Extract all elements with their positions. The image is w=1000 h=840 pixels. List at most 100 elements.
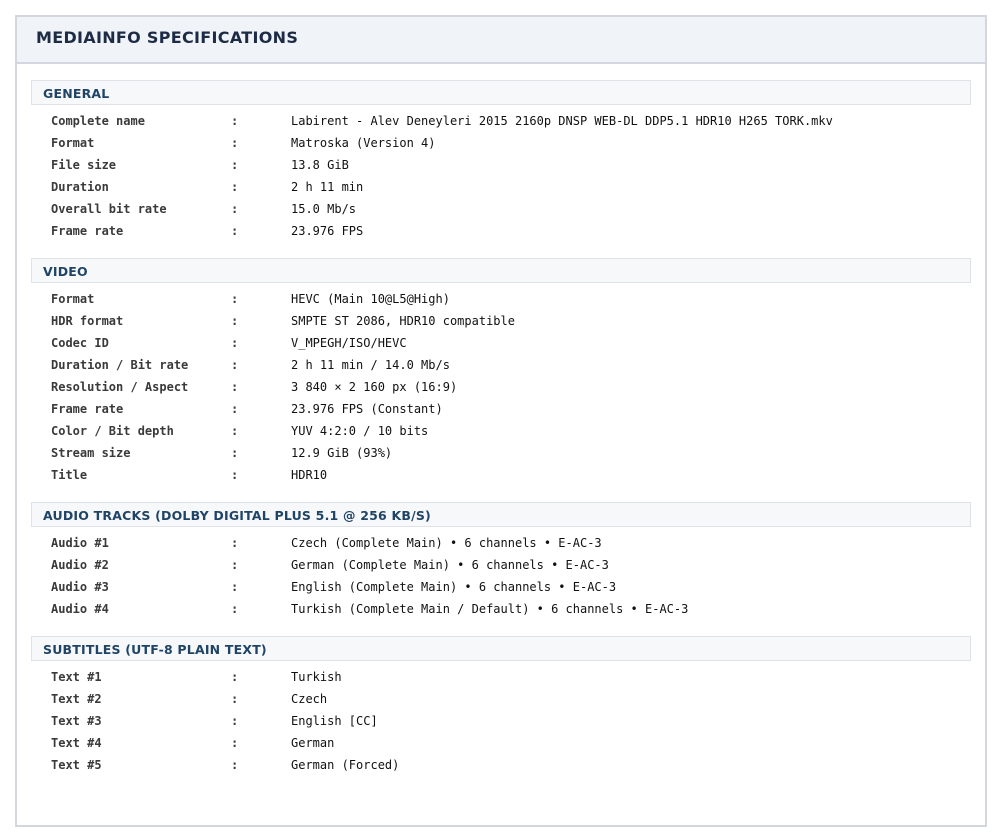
spec-value: Czech (Complete Main) • 6 channels • E-A… xyxy=(291,536,602,550)
spec-row: Resolution / Aspect: 3 840 × 2 160 px (16… xyxy=(31,378,971,400)
spec-key: Audio #3 xyxy=(51,580,109,594)
spec-list: Audio #1: Czech (Complete Main) • 6 chann… xyxy=(31,534,971,622)
section-video: VIDEO Format: HEVC (Main 10@L5@High) HDR … xyxy=(31,258,971,488)
spec-key: Text #3 xyxy=(51,714,102,728)
spec-separator: : xyxy=(231,314,239,328)
spec-row: Format: HEVC (Main 10@L5@High) xyxy=(31,290,971,312)
spec-row: Title: HDR10 xyxy=(31,466,971,488)
spec-separator: : xyxy=(231,758,239,772)
section-title: GENERAL xyxy=(43,86,110,101)
panel-header: MEDIAINFO SPECIFICATIONS xyxy=(17,17,985,64)
spec-list: Text #1: Turkish Text #2: Czech Text #3: En… xyxy=(31,668,971,778)
spec-separator: : xyxy=(231,558,239,572)
spec-row: Stream size: 12.9 GiB (93%) xyxy=(31,444,971,466)
spec-separator: : xyxy=(231,202,239,216)
spec-separator: : xyxy=(231,158,239,172)
spec-value: V_MPEGH/ISO/HEVC xyxy=(291,336,407,350)
spec-value: 23.976 FPS xyxy=(291,224,364,238)
section-audio: AUDIO TRACKS (DOLBY DIGITAL PLUS 5.1 @ 2… xyxy=(31,502,971,622)
spec-key: Text #4 xyxy=(51,736,102,750)
spec-row: Text #4: German xyxy=(31,734,971,756)
spec-row: Codec ID: V_MPEGH/ISO/HEVC xyxy=(31,334,971,356)
spec-key: Text #1 xyxy=(51,670,102,684)
section-title: AUDIO TRACKS (DOLBY DIGITAL PLUS 5.1 @ 2… xyxy=(43,508,431,523)
spec-row: Duration / Bit rate: 2 h 11 min / 14.0 Mb… xyxy=(31,356,971,378)
spec-row: Audio #2: German (Complete Main) • 6 chan… xyxy=(31,556,971,578)
spec-key: Overall bit rate xyxy=(51,202,167,216)
spec-value: 12.9 GiB (93%) xyxy=(291,446,393,460)
spec-key: Audio #1 xyxy=(51,536,109,550)
spec-separator: : xyxy=(231,224,239,238)
spec-value: 2 h 11 min xyxy=(291,180,364,194)
section-title: VIDEO xyxy=(43,264,88,279)
spec-value: Turkish (Complete Main / Default) • 6 ch… xyxy=(291,602,689,616)
spec-separator: : xyxy=(231,136,239,150)
spec-row: Text #3: English [CC] xyxy=(31,712,971,734)
spec-value: English (Complete Main) • 6 channels • E… xyxy=(291,580,617,594)
spec-key: Duration xyxy=(51,180,109,194)
spec-key: Duration / Bit rate xyxy=(51,358,189,372)
spec-key: Title xyxy=(51,468,88,482)
spec-row: HDR format: SMPTE ST 2086, HDR10 compatib… xyxy=(31,312,971,334)
spec-separator: : xyxy=(231,670,239,684)
spec-list: Format: HEVC (Main 10@L5@High) HDR format… xyxy=(31,290,971,488)
spec-separator: : xyxy=(231,446,239,460)
spec-separator: : xyxy=(231,114,239,128)
spec-value: Czech xyxy=(291,692,328,706)
section-header: GENERAL xyxy=(31,80,971,105)
spec-row: Complete name: Labirent - Alev Deneyleri … xyxy=(31,112,971,134)
spec-key: Text #2 xyxy=(51,692,102,706)
spec-key: Codec ID xyxy=(51,336,109,350)
spec-row: Frame rate: 23.976 FPS (Constant) xyxy=(31,400,971,422)
spec-row: Text #5: German (Forced) xyxy=(31,756,971,778)
spec-separator: : xyxy=(231,380,239,394)
spec-separator: : xyxy=(231,468,239,482)
spec-key: Text #5 xyxy=(51,758,102,772)
spec-separator: : xyxy=(231,402,239,416)
spec-row: Text #1: Turkish xyxy=(31,668,971,690)
spec-value: 3 840 × 2 160 px (16:9) xyxy=(291,380,458,394)
spec-separator: : xyxy=(231,336,239,350)
spec-row: Duration: 2 h 11 min xyxy=(31,178,971,200)
spec-key: Color / Bit depth xyxy=(51,424,174,438)
spec-row: Audio #4: Turkish (Complete Main / Defaul… xyxy=(31,600,971,622)
spec-row: Audio #1: Czech (Complete Main) • 6 chann… xyxy=(31,534,971,556)
spec-row: Format: Matroska (Version 4) xyxy=(31,134,971,156)
spec-separator: : xyxy=(231,292,239,306)
spec-value: Matroska (Version 4) xyxy=(291,136,436,150)
spec-row: File size: 13.8 GiB xyxy=(31,156,971,178)
spec-value: English [CC] xyxy=(291,714,378,728)
spec-value: SMPTE ST 2086, HDR10 compatible xyxy=(291,314,515,328)
spec-row: Text #2: Czech xyxy=(31,690,971,712)
spec-separator: : xyxy=(231,180,239,194)
spec-separator: : xyxy=(231,536,239,550)
spec-list: Complete name: Labirent - Alev Deneyleri … xyxy=(31,112,971,244)
spec-row: Audio #3: English (Complete Main) • 6 cha… xyxy=(31,578,971,600)
spec-separator: : xyxy=(231,692,239,706)
spec-value: HEVC (Main 10@L5@High) xyxy=(291,292,450,306)
section-general: GENERAL Complete name: Labirent - Alev De… xyxy=(31,80,971,244)
spec-separator: : xyxy=(231,736,239,750)
spec-separator: : xyxy=(231,580,239,594)
spec-row: Overall bit rate: 15.0 Mb/s xyxy=(31,200,971,222)
spec-row: Frame rate: 23.976 FPS xyxy=(31,222,971,244)
spec-value: 23.976 FPS (Constant) xyxy=(291,402,443,416)
spec-key: Stream size xyxy=(51,446,131,460)
spec-key: Format xyxy=(51,136,95,150)
spec-value: YUV 4:2:0 / 10 bits xyxy=(291,424,429,438)
spec-separator: : xyxy=(231,424,239,438)
spec-value: German xyxy=(291,736,335,750)
section-subtitles: SUBTITLES (UTF-8 PLAIN TEXT) Text #1: Tur… xyxy=(31,636,971,778)
spec-value: 2 h 11 min / 14.0 Mb/s xyxy=(291,358,450,372)
spec-value: 13.8 GiB xyxy=(291,158,349,172)
section-header: SUBTITLES (UTF-8 PLAIN TEXT) xyxy=(31,636,971,661)
spec-value: German (Forced) xyxy=(291,758,400,772)
panel-title: MEDIAINFO SPECIFICATIONS xyxy=(36,28,299,47)
spec-separator: : xyxy=(231,602,239,616)
spec-value: 15.0 Mb/s xyxy=(291,202,357,216)
spec-key: Audio #4 xyxy=(51,602,109,616)
spec-separator: : xyxy=(231,358,239,372)
spec-row: Color / Bit depth: YUV 4:2:0 / 10 bits xyxy=(31,422,971,444)
spec-key: Audio #2 xyxy=(51,558,109,572)
spec-value: Labirent - Alev Deneyleri 2015 2160p DNS… xyxy=(291,114,833,128)
